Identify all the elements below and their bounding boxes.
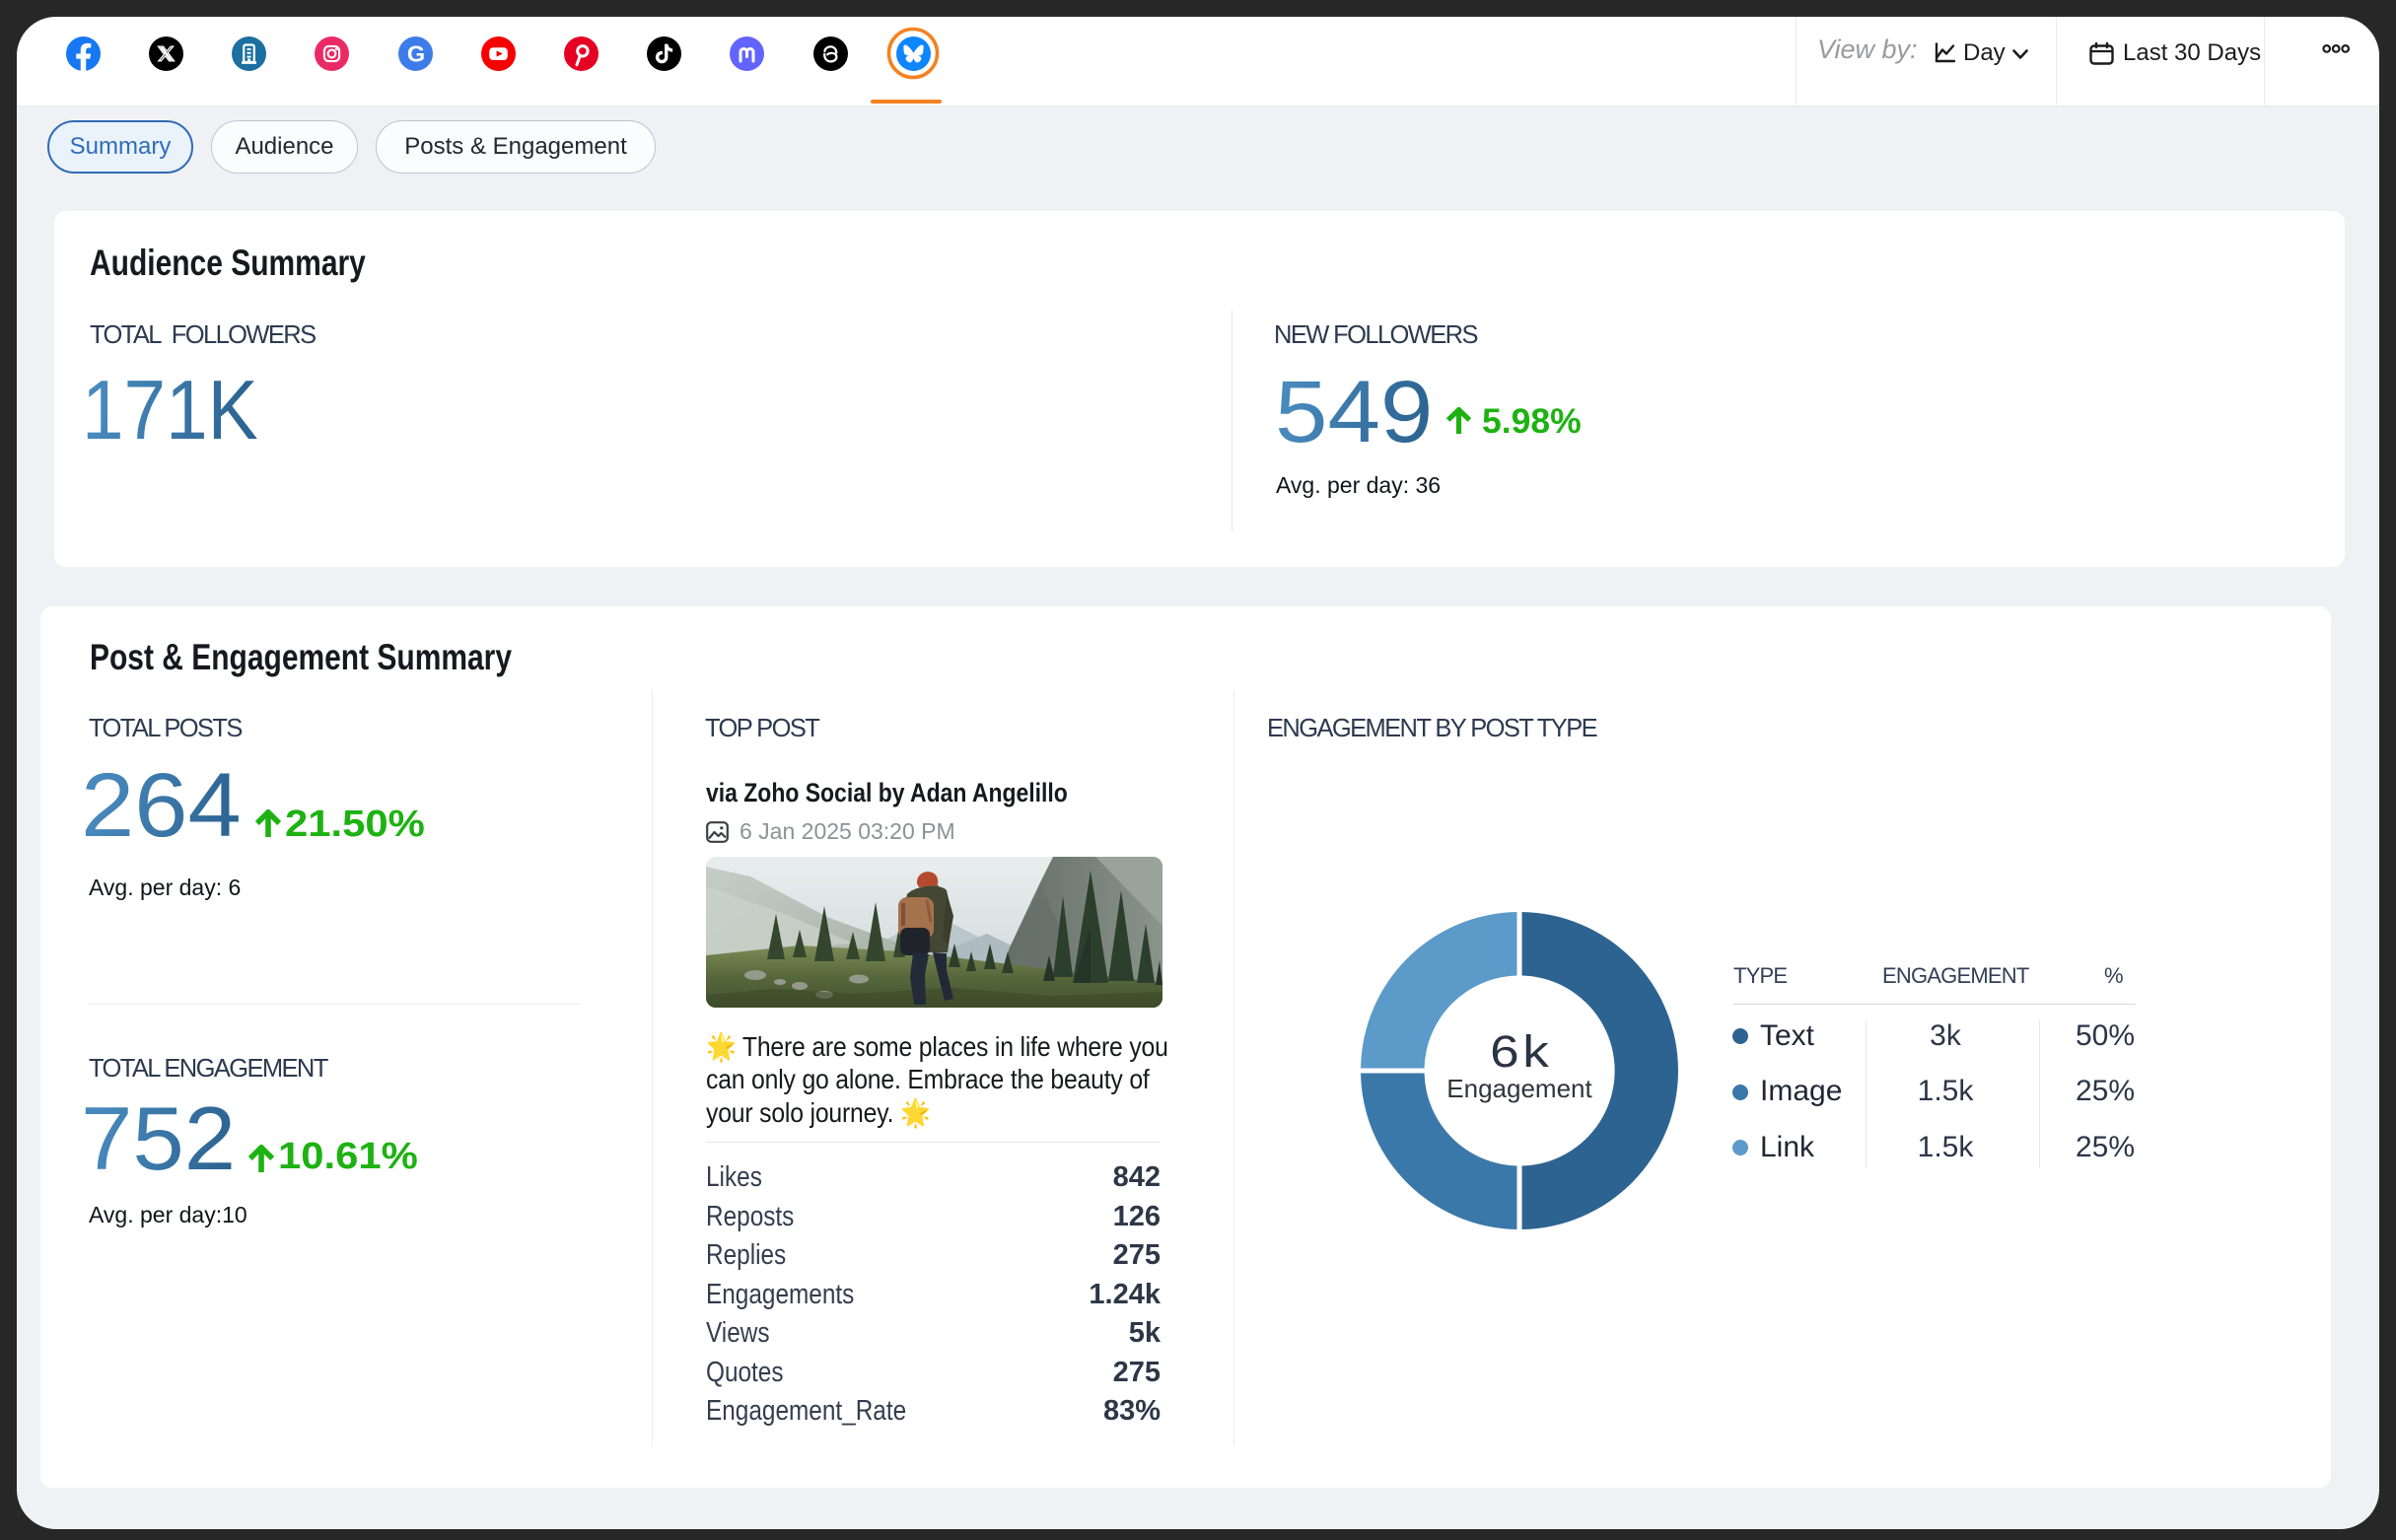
svg-text:G: G <box>406 40 424 66</box>
